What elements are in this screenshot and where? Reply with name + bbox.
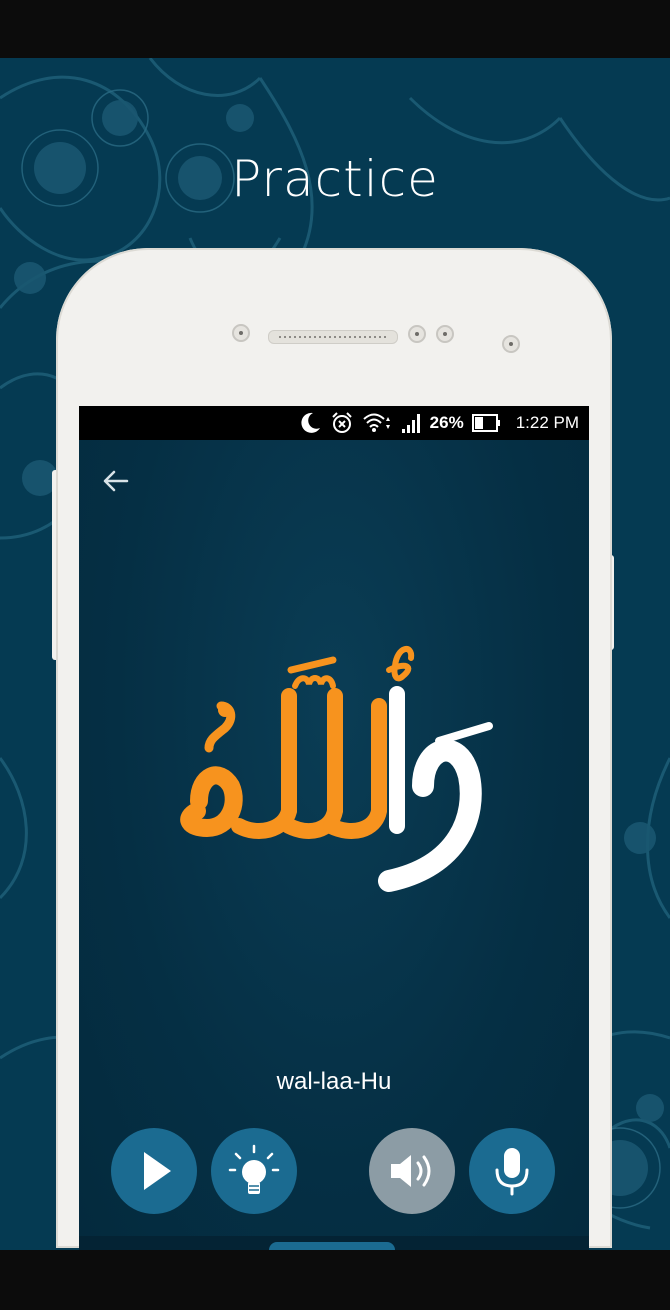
transliteration-text: wal-laa-Hu — [276, 1068, 392, 1095]
arrow-left-icon[interactable] — [101, 466, 131, 496]
front-camera — [502, 335, 520, 353]
status-bar: 26% 1:22 PM — [79, 406, 589, 440]
promo-title: Practice — [231, 150, 439, 208]
record-button[interactable] — [469, 1128, 555, 1214]
battery-percent: 26% — [429, 413, 464, 432]
status-time: 1:22 PM — [515, 413, 579, 432]
phone-proximity-sensor — [232, 324, 250, 342]
arabic-word-graphic — [180, 646, 493, 892]
moon-icon — [301, 412, 320, 433]
phone-sensor — [436, 325, 454, 343]
phone-sensor — [408, 325, 426, 343]
volume-icon — [391, 1155, 431, 1187]
hint-button[interactable] — [211, 1128, 297, 1214]
play-icon — [144, 1152, 171, 1190]
speaker-button[interactable] — [369, 1128, 455, 1214]
phone-screen: 26% 1:22 PM wal-laa-Hu — [79, 406, 589, 1250]
play-button[interactable] — [111, 1128, 197, 1214]
wifi-icon — [362, 413, 390, 432]
alarm-icon — [331, 412, 352, 433]
battery-icon — [471, 414, 500, 432]
phone-earpiece — [268, 330, 398, 344]
bottom-tab-indicator[interactable] — [269, 1242, 395, 1250]
signal-icon — [401, 414, 420, 433]
lightbulb-icon — [228, 1144, 280, 1194]
microphone-icon — [495, 1148, 529, 1196]
